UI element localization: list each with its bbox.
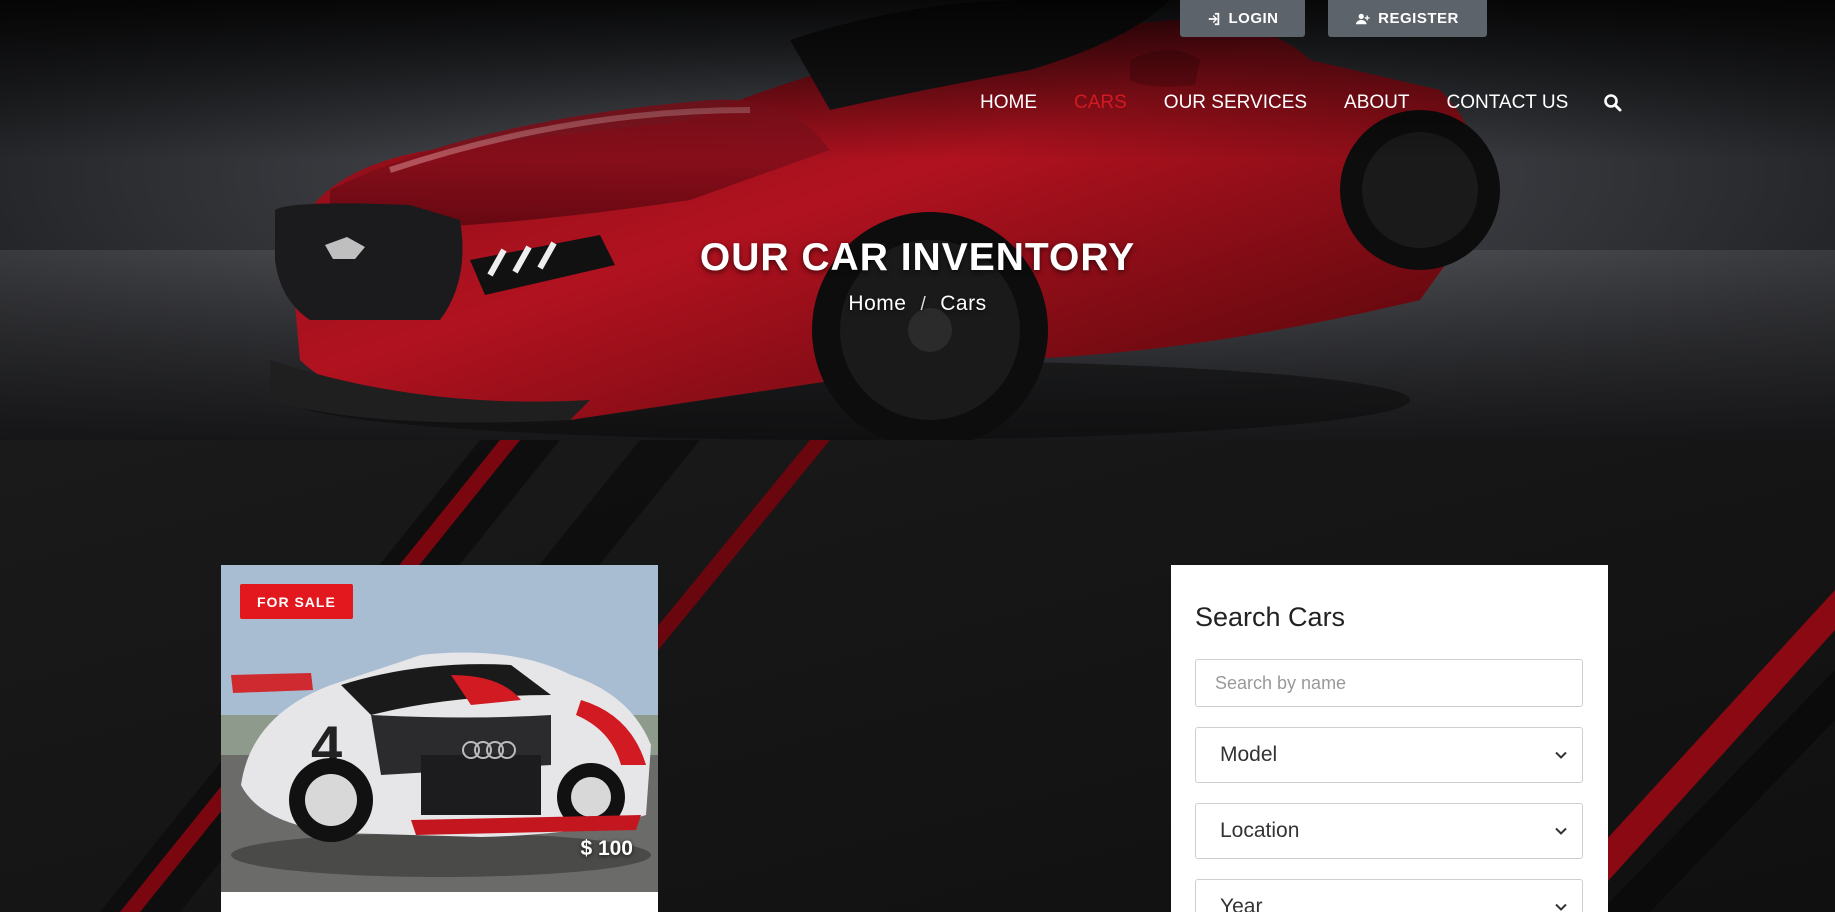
- nav-item-about[interactable]: ABOUT: [1344, 92, 1409, 114]
- year-select[interactable]: Year: [1195, 879, 1583, 912]
- chevron-down-icon: [1555, 751, 1567, 759]
- year-select-value: Year: [1220, 895, 1263, 912]
- page: LOGIN REGISTER HOME CARS OUR SERVICES AB…: [0, 0, 1835, 912]
- search-icon[interactable]: [1603, 93, 1623, 113]
- register-button[interactable]: REGISTER: [1328, 0, 1487, 37]
- search-panel-title: Search Cars: [1195, 602, 1346, 632]
- chevron-down-icon: [1555, 903, 1567, 911]
- breadcrumb: Home / Cars: [0, 292, 1835, 316]
- breadcrumb-separator: /: [920, 294, 927, 315]
- search-name-input[interactable]: Search by name: [1195, 659, 1583, 707]
- sign-in-icon: [1208, 12, 1219, 25]
- hero-top-shade: [0, 0, 1835, 160]
- nav-item-our-services[interactable]: OUR SERVICES: [1164, 92, 1307, 114]
- user-plus-icon: [1356, 13, 1370, 24]
- location-select-value: Location: [1220, 819, 1300, 842]
- search-cars-panel: Search Cars Search by name Model Locatio…: [1171, 565, 1608, 912]
- car-photo[interactable]: 4 FOR SALE $ 100: [221, 565, 658, 892]
- main-nav: HOME CARS OUR SERVICES ABOUT CONTACT US: [980, 92, 1623, 114]
- nav-item-cars[interactable]: CARS: [1074, 92, 1127, 114]
- page-title: OUR CAR INVENTORY: [699, 236, 1136, 279]
- location-select[interactable]: Location: [1195, 803, 1583, 859]
- nav-item-contact-us[interactable]: CONTACT US: [1447, 92, 1569, 114]
- nav-item-home[interactable]: HOME: [980, 92, 1037, 114]
- login-button[interactable]: LOGIN: [1180, 0, 1305, 37]
- car-listing-card[interactable]: 4 FOR SALE $ 100: [221, 565, 658, 912]
- model-select[interactable]: Model: [1195, 727, 1583, 783]
- hero-banner: LOGIN REGISTER HOME CARS OUR SERVICES AB…: [0, 0, 1835, 440]
- for-sale-badge: FOR SALE: [240, 584, 353, 619]
- chevron-down-icon: [1555, 827, 1567, 835]
- model-select-value: Model: [1220, 743, 1278, 766]
- car-price: $ 100: [580, 837, 633, 860]
- register-label: REGISTER: [1378, 10, 1459, 27]
- breadcrumb-home-link[interactable]: Home: [848, 292, 906, 315]
- login-label: LOGIN: [1228, 10, 1279, 27]
- search-name-placeholder: Search by name: [1215, 672, 1347, 693]
- breadcrumb-current: Cars: [940, 292, 987, 315]
